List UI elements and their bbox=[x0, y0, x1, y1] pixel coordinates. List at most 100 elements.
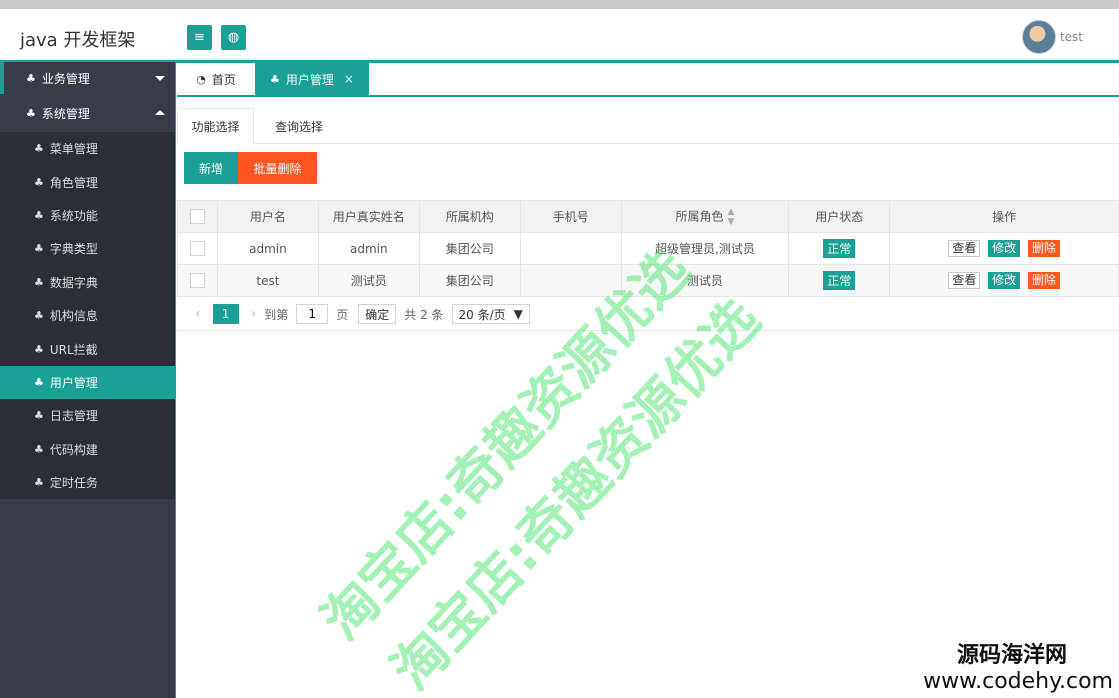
user-menu[interactable]: test bbox=[1021, 20, 1083, 54]
prev-page-button[interactable]: ‹ bbox=[195, 306, 201, 322]
cell-realname: 测试员 bbox=[317, 264, 420, 297]
tab-user-management[interactable]: ♣ 用户管理 × bbox=[255, 63, 369, 95]
caret-up-icon bbox=[155, 110, 165, 115]
next-page-button[interactable]: › bbox=[251, 306, 257, 322]
top-header: java 开发框架 ≡ ◍ test bbox=[0, 0, 1119, 63]
cubes-icon: ♣ bbox=[34, 275, 44, 289]
sidebar-submenu: ♣ 菜单管理 ♣ 角色管理 ♣ 系统功能 ♣ 字典类型 ♣ 数据字典 ♣ 机构信息 ♣ URL… bbox=[0, 132, 175, 500]
sidebar-item-url[interactable]: ♣ URL拦截 bbox=[0, 332, 175, 365]
delete-button[interactable]: 删除 bbox=[1027, 240, 1060, 257]
current-page[interactable]: 1 bbox=[212, 304, 239, 324]
sidebar-item-function[interactable]: ♣ 系统功能 bbox=[0, 199, 175, 232]
app-title: java 开发框架 bbox=[20, 30, 136, 51]
sidebar-item-users[interactable]: ♣ 用户管理 bbox=[0, 365, 175, 400]
sidebar-item-label: 定时任务 bbox=[49, 476, 98, 491]
column-header: 用户名 bbox=[216, 200, 319, 233]
sidebar-item-org[interactable]: ♣ 机构信息 bbox=[0, 299, 175, 332]
cubes-icon: ♣ bbox=[34, 476, 44, 490]
dropdown-arrow-icon: ▼ bbox=[513, 307, 523, 321]
cell-username: test bbox=[216, 264, 319, 297]
tab-label: 用户管理 bbox=[285, 72, 334, 87]
sidebar-item-schedule[interactable]: ♣ 定时任务 bbox=[0, 466, 175, 499]
cell-status: 正常 bbox=[788, 232, 891, 265]
cubes-icon: ♣ bbox=[34, 142, 44, 156]
tab-bar: ◔ 首页 ♣ 用户管理 × bbox=[177, 63, 1119, 97]
globe-icon: ◍ bbox=[227, 30, 240, 45]
table-row: test 测试员 集团公司 测试员 正常 查看 修改 删除 bbox=[177, 264, 1119, 297]
sidebar-group-system[interactable]: ♣ 系统管理 bbox=[0, 94, 175, 132]
sidebar-item-label: URL拦截 bbox=[49, 342, 98, 357]
sidebar-item-dict-type[interactable]: ♣ 字典类型 bbox=[0, 232, 175, 265]
cell-ops: 查看 修改 删除 bbox=[889, 264, 1119, 297]
cell-org: 集团公司 bbox=[418, 232, 521, 265]
watermark-text: 淘宝店:奇趣资源优选 bbox=[379, 287, 772, 698]
page-size-select[interactable]: 20 条/页 ▼ bbox=[451, 304, 530, 324]
sort-icon[interactable]: ▲ ▼ bbox=[727, 207, 734, 227]
cubes-icon: ♣ bbox=[34, 242, 44, 256]
cubes-icon: ♣ bbox=[34, 409, 44, 423]
column-header-role[interactable]: 所属角色 ▲ ▼ bbox=[620, 200, 790, 233]
sidebar-item-label: 机构信息 bbox=[49, 309, 98, 324]
row-select-cell bbox=[177, 232, 218, 265]
sidebar-item-label: 角色管理 bbox=[49, 175, 98, 190]
batch-delete-button[interactable]: 批量删除 bbox=[238, 152, 317, 184]
cubes-icon: ♣ bbox=[34, 208, 44, 222]
cubes-icon: ♣ bbox=[34, 175, 44, 189]
sidebar-item-role[interactable]: ♣ 角色管理 bbox=[0, 165, 175, 198]
view-button[interactable]: 查看 bbox=[948, 272, 981, 289]
sidebar-item-label: 日志管理 bbox=[49, 409, 98, 424]
cubes-icon: ♣ bbox=[34, 442, 44, 456]
row-checkbox[interactable] bbox=[189, 241, 205, 256]
cell-phone bbox=[519, 232, 622, 265]
tab-label: 首页 bbox=[211, 72, 236, 87]
subtab-functions[interactable]: 功能选择 bbox=[177, 108, 254, 145]
sidebar-item-label: 字典类型 bbox=[49, 242, 98, 257]
view-button[interactable]: 查看 bbox=[948, 240, 981, 257]
subtab-query[interactable]: 查询选择 bbox=[254, 108, 344, 144]
table-row: admin admin 集团公司 超级管理员,测试员 正常 查看 修改 删除 bbox=[177, 232, 1119, 265]
cell-ops: 查看 修改 删除 bbox=[889, 232, 1119, 265]
globe-button[interactable]: ◍ bbox=[221, 25, 246, 50]
dashboard-icon: ◔ bbox=[196, 72, 206, 86]
row-checkbox[interactable] bbox=[189, 273, 205, 288]
status-badge: 正常 bbox=[823, 271, 856, 290]
goto-confirm-button[interactable]: 确定 bbox=[358, 304, 397, 324]
sidebar-item-label: 数据字典 bbox=[49, 275, 98, 290]
sidebar-item-log[interactable]: ♣ 日志管理 bbox=[0, 399, 175, 432]
edit-button[interactable]: 修改 bbox=[988, 240, 1021, 257]
close-icon[interactable]: × bbox=[344, 72, 354, 86]
sidebar-group-business[interactable]: ♣ 业务管理 bbox=[0, 62, 175, 94]
sidebar-item-menu[interactable]: ♣ 菜单管理 bbox=[0, 132, 175, 165]
avatar bbox=[1021, 20, 1056, 54]
delete-button[interactable]: 删除 bbox=[1027, 272, 1060, 289]
tab-home[interactable]: ◔ 首页 bbox=[177, 63, 255, 95]
column-header-label: 所属角色 bbox=[675, 209, 724, 223]
caret-down-icon bbox=[155, 76, 165, 81]
sidebar-item-codegen[interactable]: ♣ 代码构建 bbox=[0, 433, 175, 466]
page-unit-label: 页 bbox=[336, 307, 349, 322]
sidebar-item-label: 系统功能 bbox=[49, 208, 98, 223]
subtab-bar: 功能选择 查询选择 bbox=[177, 108, 1119, 145]
cell-org: 集团公司 bbox=[418, 264, 521, 297]
select-all-checkbox[interactable] bbox=[189, 209, 205, 224]
brand-name: 源码海洋网 bbox=[956, 643, 1067, 668]
column-header: 操作 bbox=[889, 200, 1119, 233]
cell-username: admin bbox=[216, 232, 319, 265]
cell-realname: admin bbox=[317, 232, 420, 265]
page-size-value: 20 条/页 bbox=[458, 307, 506, 322]
sidebar-item-dict-data[interactable]: ♣ 数据字典 bbox=[0, 266, 175, 299]
goto-label: 到第 bbox=[264, 307, 289, 322]
cell-status: 正常 bbox=[788, 264, 891, 297]
cubes-icon: ♣ bbox=[270, 72, 280, 86]
menu-toggle-button[interactable]: ≡ bbox=[187, 25, 212, 50]
select-all-cell bbox=[177, 200, 218, 233]
row-select-cell bbox=[177, 264, 218, 297]
edit-button[interactable]: 修改 bbox=[988, 272, 1021, 289]
add-button[interactable]: 新增 bbox=[184, 152, 238, 184]
table-header-row: 用户名 用户真实姓名 所属机构 手机号 所属角色 ▲ ▼ 用户状态 操作 bbox=[177, 200, 1119, 233]
user-name: test bbox=[1059, 30, 1083, 44]
page-number-input[interactable] bbox=[296, 304, 329, 324]
sidebar-item-label: 菜单管理 bbox=[49, 142, 98, 157]
brand-stamp: 源码海洋网 www.codehy.com bbox=[923, 637, 1113, 694]
cubes-icon: ♣ bbox=[26, 106, 36, 120]
